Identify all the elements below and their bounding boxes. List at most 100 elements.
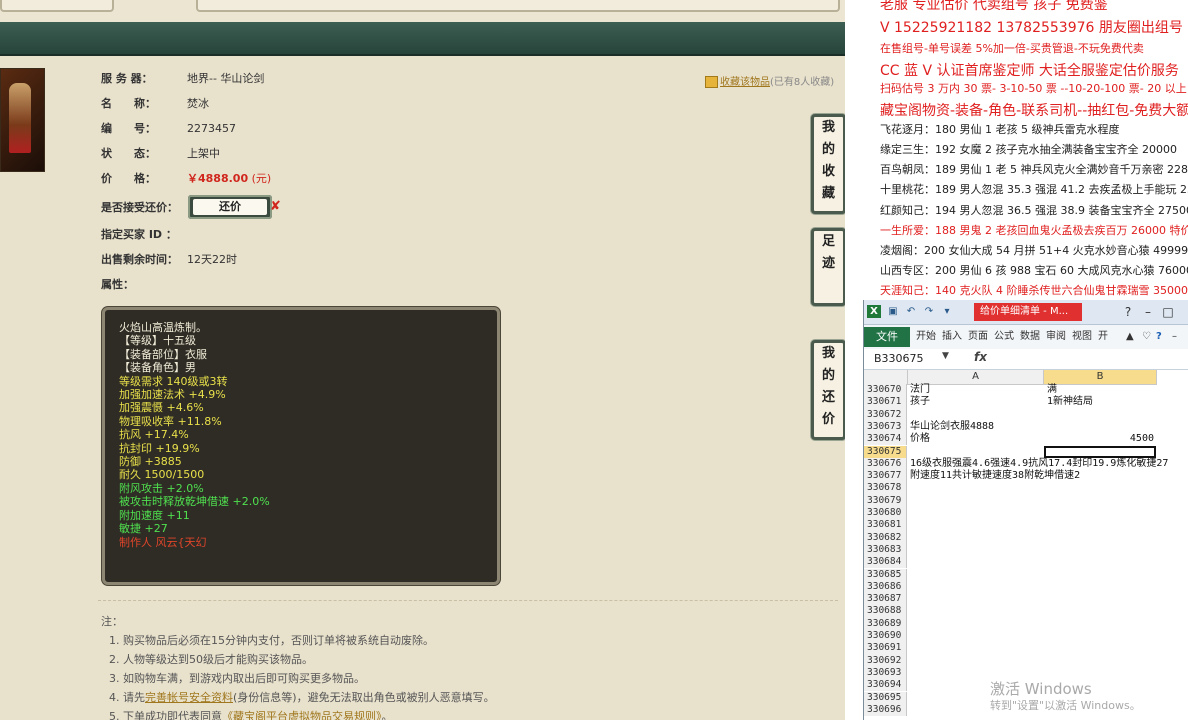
row-number[interactable]: 330688 bbox=[864, 605, 907, 618]
favorite-icon bbox=[705, 76, 718, 88]
trade-rules-link[interactable]: 《藏宝阁平台虚拟物品交易规则》 bbox=[222, 710, 382, 720]
row-number[interactable]: 330689 bbox=[864, 617, 907, 630]
table-row: 330670 法门满 bbox=[864, 384, 1188, 397]
row-number[interactable]: 330673 bbox=[864, 420, 907, 434]
ribbon-minimize-icon[interactable]: – bbox=[1172, 327, 1177, 347]
attribute-line: 火焰山高温炼制。 bbox=[119, 321, 207, 334]
row-number[interactable]: 330693 bbox=[864, 666, 907, 680]
name-box-dropdown-icon[interactable]: ▼ bbox=[942, 351, 949, 361]
row-number[interactable]: 330677 bbox=[864, 470, 907, 483]
ribbon-heart-icon[interactable]: ♡ bbox=[1142, 327, 1151, 347]
table-row: 330693 bbox=[864, 666, 1188, 680]
row-number[interactable]: 330691 bbox=[864, 642, 907, 655]
top-tab-left[interactable] bbox=[0, 0, 114, 12]
side-tab-char: 还 bbox=[821, 390, 835, 405]
ad-line: 天涯知己：140 克火队 4 阶睡杀传世六合仙鬼甘霖瑞雪 35000 bbox=[880, 284, 1188, 297]
row-number[interactable]: 330675 bbox=[864, 445, 907, 458]
server-row: 服 务 器： 地界-- 华山论剑 bbox=[101, 72, 265, 85]
selected-cell[interactable] bbox=[1044, 445, 1156, 458]
attribute-line: 加强震慑 +4.6% bbox=[119, 401, 204, 415]
row-number[interactable]: 330682 bbox=[864, 531, 907, 544]
account-security-link[interactable]: 完善帐号安全资料 bbox=[145, 691, 233, 704]
maximize-button[interactable]: □ bbox=[1159, 304, 1177, 320]
undo-icon[interactable]: ↶ bbox=[904, 305, 918, 318]
row-number[interactable]: 330679 bbox=[864, 494, 907, 507]
cell-a[interactable]: 附速度11共计敏捷速度38附乾坤借速2 bbox=[910, 470, 1080, 482]
name-row: 名 称： 焚冰 bbox=[101, 97, 209, 110]
side-tab-footprints[interactable]: 足迹 bbox=[811, 228, 845, 306]
name-value: 焚冰 bbox=[187, 97, 209, 110]
column-header-b[interactable]: B bbox=[1044, 370, 1157, 385]
row-number[interactable]: 330678 bbox=[864, 482, 907, 495]
cell-a[interactable]: 孩子 bbox=[910, 396, 1042, 408]
fx-icon[interactable]: fx bbox=[974, 350, 987, 364]
status-row: 状 态： 上架中 bbox=[101, 147, 220, 160]
counter-offer-button[interactable]: 还价 bbox=[188, 195, 272, 219]
table-row: 330689 bbox=[864, 617, 1188, 630]
table-row: 330683 bbox=[864, 543, 1188, 557]
cell-b[interactable]: 满 bbox=[1047, 384, 1157, 396]
offer-row: 是否接受还价： bbox=[101, 201, 178, 214]
ribbon-tab[interactable]: 插入 bbox=[942, 327, 962, 347]
row-number[interactable]: 330671 bbox=[864, 396, 907, 409]
price-row: 价 格： ￥4888.00 (元) bbox=[101, 172, 272, 185]
ad-line: 十里桃花：189 男人忽混 35.3 强混 41.2 去疾孟极上手能玩 25 bbox=[880, 183, 1188, 196]
row-number[interactable]: 330681 bbox=[864, 519, 907, 532]
top-tab-right[interactable] bbox=[196, 0, 840, 12]
row-number[interactable]: 330683 bbox=[864, 543, 907, 557]
side-tab-my-offers[interactable]: 我的还价 bbox=[811, 340, 845, 440]
ribbon-tab[interactable]: 页面 bbox=[968, 327, 988, 347]
attribute-panel: 火焰山高温炼制。 【等级】十五级 【装备部位】衣服 【装备角色】男 等级需求 140级或… bbox=[102, 307, 500, 585]
cell-b[interactable]: 1新神结局 bbox=[1047, 396, 1157, 408]
favorite-link[interactable]: 收藏该物品 bbox=[720, 77, 770, 88]
cell-a[interactable]: 价格 bbox=[910, 433, 1042, 445]
ribbon-tab[interactable]: 开 bbox=[1098, 327, 1108, 347]
row-number[interactable]: 330684 bbox=[864, 556, 907, 569]
ribbon-file-tab[interactable]: 文件 bbox=[864, 327, 910, 347]
help-icon[interactable]: ? bbox=[1119, 304, 1137, 320]
table-row: 330691 bbox=[864, 642, 1188, 655]
redo-icon[interactable]: ↷ bbox=[922, 305, 936, 318]
ribbon-collapse-icon[interactable]: ▲ bbox=[1126, 327, 1134, 347]
attribute-line: 【等级】十五级 bbox=[119, 334, 196, 348]
row-number[interactable]: 330686 bbox=[864, 580, 907, 594]
row-number[interactable]: 330685 bbox=[864, 568, 907, 581]
row-number[interactable]: 330672 bbox=[864, 408, 907, 421]
cell-a[interactable]: 法门 bbox=[910, 384, 1042, 396]
table-row: 330690 bbox=[864, 630, 1188, 643]
quick-access-dropdown-icon[interactable]: ▾ bbox=[940, 305, 954, 318]
row-number[interactable]: 330696 bbox=[864, 703, 907, 717]
ribbon-tab[interactable]: 视图 bbox=[1072, 327, 1092, 347]
save-icon[interactable]: ▣ bbox=[886, 305, 900, 318]
cell-b[interactable]: 4500 bbox=[1047, 433, 1154, 445]
note-1: 1. 购买物品后必须在15分钟内支付，否则订单将被系统自动废除。 bbox=[109, 634, 434, 647]
ribbon-tab[interactable]: 数据 bbox=[1020, 327, 1040, 347]
side-tab-my-favorites[interactable]: 我的收藏 bbox=[811, 114, 845, 214]
column-header-a[interactable]: A bbox=[908, 370, 1044, 385]
row-number[interactable]: 330676 bbox=[864, 457, 907, 471]
select-all-corner[interactable] bbox=[864, 370, 908, 385]
ribbon-tab[interactable]: 开始 bbox=[916, 327, 936, 347]
ribbon-tab[interactable]: 公式 bbox=[994, 327, 1014, 347]
attribute-line: 抗风 +17.4% bbox=[119, 428, 189, 442]
row-number[interactable]: 330687 bbox=[864, 593, 907, 606]
row-number[interactable]: 330694 bbox=[864, 679, 907, 692]
ribbon-help-icon[interactable]: ? bbox=[1156, 327, 1162, 347]
cell-a[interactable]: 华山论剑衣服4888 bbox=[910, 421, 1042, 433]
row-number[interactable]: 330695 bbox=[864, 691, 907, 704]
cell-a[interactable]: 16级衣服强震4.6强速4.9抗风17.4封印19.9炼化敏捷27 bbox=[910, 458, 1168, 470]
remaining-time-value: 12天22时 bbox=[187, 253, 237, 266]
id-row: 编 号： 2273457 bbox=[101, 122, 236, 135]
row-number[interactable]: 330670 bbox=[864, 384, 907, 397]
table-row: 330681 bbox=[864, 519, 1188, 532]
row-number[interactable]: 330680 bbox=[864, 507, 907, 520]
table-row: 330676 16级衣服强震4.6强速4.9抗风17.4封印19.9炼化敏捷27 bbox=[864, 457, 1188, 471]
excel-ribbon: 文件 开始 插入 页面 公式 数据 审阅 视图开 ▲ ♡ ? – bbox=[864, 325, 1188, 350]
minimize-button[interactable]: – bbox=[1139, 304, 1157, 320]
ribbon-tab[interactable]: 审阅 bbox=[1046, 327, 1066, 347]
notes-title: 注： bbox=[101, 615, 123, 628]
row-number[interactable]: 330674 bbox=[864, 433, 907, 446]
attribute-line: 附风攻击 +2.0% bbox=[119, 481, 204, 495]
row-number[interactable]: 330692 bbox=[864, 654, 907, 667]
row-number[interactable]: 330690 bbox=[864, 630, 907, 643]
